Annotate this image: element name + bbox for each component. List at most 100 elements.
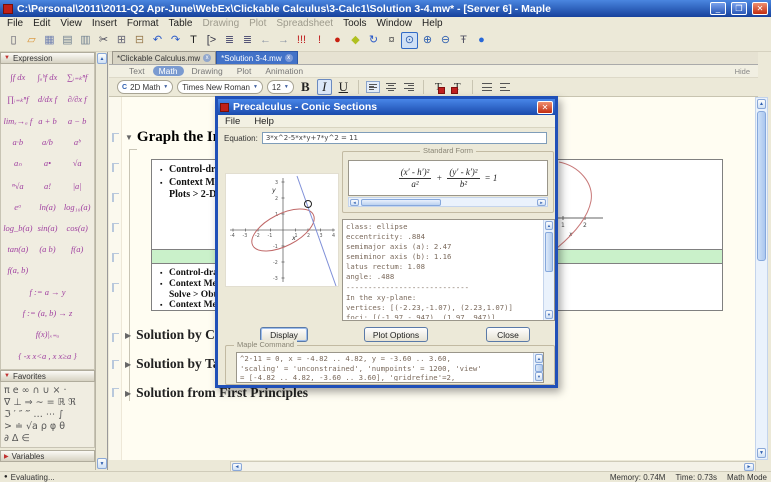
expression-item[interactable]: d/dx f bbox=[33, 94, 63, 105]
restart-icon[interactable]: ↻ bbox=[365, 32, 382, 49]
menu-item[interactable]: Edit bbox=[28, 18, 55, 29]
expression-item[interactable]: f(x)|ₓ₌ₐ bbox=[3, 329, 92, 340]
menu-item[interactable]: Plot bbox=[244, 18, 271, 29]
font-dropdown[interactable]: Times New Roman ▼ bbox=[177, 80, 263, 94]
scroll-right-icon[interactable]: ► bbox=[744, 462, 754, 471]
debug-icon[interactable]: ◆ bbox=[347, 32, 364, 49]
dialog-menu-item[interactable]: File bbox=[218, 116, 247, 127]
expression-item[interactable]: ln(a) bbox=[33, 202, 63, 212]
section-collapsed-icon[interactable]: ▶ bbox=[125, 389, 131, 398]
interrupt-icon[interactable]: ● bbox=[329, 32, 346, 49]
close-button[interactable]: ✕ bbox=[752, 2, 768, 15]
expression-item[interactable]: a·b bbox=[3, 137, 33, 147]
math-mode-icon[interactable]: [> bbox=[203, 32, 220, 49]
expression-item[interactable]: limₓ→ₐ f bbox=[3, 116, 33, 126]
font-size-dropdown[interactable]: 12 ▼ bbox=[266, 80, 294, 94]
menu-item[interactable]: File bbox=[2, 18, 28, 29]
mode-button[interactable]: Drawing bbox=[186, 66, 229, 76]
underline-button[interactable]: U bbox=[336, 79, 351, 95]
expression-item[interactable]: log_b(a) bbox=[3, 223, 33, 233]
section-collapsed-icon[interactable]: ▶ bbox=[125, 360, 131, 369]
forward-icon[interactable]: → bbox=[275, 32, 292, 49]
close-dialog-button[interactable]: Close bbox=[486, 327, 530, 342]
align-center-icon[interactable] bbox=[384, 81, 398, 93]
save-icon[interactable]: ▦ bbox=[41, 32, 58, 49]
scroll-down-icon[interactable]: ▼ bbox=[757, 448, 766, 458]
menu-item[interactable]: Format bbox=[122, 18, 164, 29]
tab-close-icon[interactable]: x bbox=[284, 54, 293, 62]
formula-scrollbar[interactable]: ◄ ► bbox=[348, 197, 548, 207]
expression-item[interactable]: f := (a, b) → z bbox=[3, 308, 92, 318]
scroll-up-icon[interactable]: ▲ bbox=[97, 53, 107, 64]
execute-icon[interactable]: ! bbox=[311, 32, 328, 49]
menu-item[interactable]: Spreadsheet bbox=[271, 18, 338, 29]
scroll-up-icon[interactable]: ▲ bbox=[757, 99, 766, 109]
menu-item[interactable]: Tools bbox=[338, 18, 371, 29]
dialog-menu-item[interactable]: Help bbox=[247, 116, 281, 127]
menu-item[interactable]: Insert bbox=[87, 18, 122, 29]
math-mode-indicator[interactable]: Math Mode bbox=[727, 473, 767, 482]
expression-item[interactable]: aᵇ bbox=[62, 137, 92, 147]
favorites-row[interactable]: ∇ ⊥ ⇒ ∼ = ℝ ℜ bbox=[4, 397, 91, 408]
align-left-icon[interactable] bbox=[365, 81, 380, 93]
mode-button[interactable]: Plot bbox=[231, 66, 258, 76]
plot-options-button[interactable]: Plot Options bbox=[364, 327, 428, 342]
indent-icon[interactable]: ≣ bbox=[221, 32, 238, 49]
scroll-down-icon[interactable]: ▼ bbox=[535, 372, 543, 381]
scrollbar-thumb[interactable] bbox=[361, 198, 441, 206]
undo-icon[interactable]: ↶ bbox=[149, 32, 166, 49]
cut-icon[interactable]: ✂ bbox=[95, 32, 112, 49]
favorites-row[interactable]: ∂ Δ ∈ bbox=[4, 433, 91, 444]
expression-item[interactable]: aₙ bbox=[3, 158, 33, 169]
dock-scrollbar[interactable]: ▲ ▼ bbox=[96, 52, 108, 470]
expression-item[interactable]: ∏ᵢ₌ₖⁿf bbox=[3, 94, 33, 105]
favorites-row[interactable]: > ≐ √a ρ φ θ bbox=[4, 421, 91, 432]
expression-item[interactable]: log₁₀(a) bbox=[62, 202, 92, 212]
expression-palette-header[interactable]: ▼ Expression bbox=[0, 52, 95, 64]
redo-icon[interactable]: ↷ bbox=[167, 32, 184, 49]
expression-item[interactable]: a − b bbox=[62, 116, 92, 126]
mode-button[interactable]: Animation bbox=[259, 66, 309, 76]
section-expanded-icon[interactable]: ▼ bbox=[125, 133, 133, 142]
expression-item[interactable]: ∫ₐᵇf dx bbox=[33, 72, 63, 83]
scroll-left-icon[interactable]: ◄ bbox=[232, 462, 242, 471]
conic-info-box[interactable]: class: ellipse eccentricity: .884 semima… bbox=[342, 219, 555, 321]
expression-item[interactable]: eᵃ bbox=[3, 202, 33, 212]
variables-palette-header[interactable]: ▶ Variables bbox=[0, 450, 95, 462]
highlight-color-icon[interactable]: T bbox=[450, 79, 465, 95]
info-scrollbar[interactable]: ▲ ▼ bbox=[543, 220, 554, 320]
zoom-out-icon[interactable]: ⊖ bbox=[437, 32, 454, 49]
outdent-icon[interactable]: ≣ bbox=[239, 32, 256, 49]
bold-button[interactable]: B bbox=[298, 79, 313, 95]
numbered-list-icon[interactable] bbox=[498, 81, 512, 93]
scrollbar-thumb[interactable] bbox=[535, 364, 543, 372]
minimize-button[interactable]: _ bbox=[710, 2, 726, 15]
section-heading[interactable]: ▼ Graph the Im bbox=[125, 129, 225, 146]
open-folder-icon[interactable]: ▱ bbox=[23, 32, 40, 49]
tab-marks-icon[interactable]: Ŧ bbox=[455, 32, 472, 49]
scroll-right-icon[interactable]: ► bbox=[537, 198, 546, 206]
scroll-down-icon[interactable]: ▼ bbox=[545, 310, 553, 319]
section-collapsed-icon[interactable]: ▶ bbox=[125, 331, 131, 340]
print-preview-icon[interactable]: ▥ bbox=[77, 32, 94, 49]
expression-item[interactable]: ∑ᵢ₌ₖⁿf bbox=[62, 72, 92, 83]
dialog-close-button[interactable]: ✕ bbox=[537, 100, 553, 114]
document-tab[interactable]: *Clickable Calculus.mw x bbox=[112, 51, 217, 64]
help-icon[interactable]: ● bbox=[473, 32, 490, 49]
menu-item[interactable]: Table bbox=[164, 18, 198, 29]
menu-item[interactable]: Window bbox=[371, 18, 417, 29]
mode-button[interactable]: Math bbox=[152, 66, 184, 76]
expression-item[interactable]: ⁿ√a bbox=[3, 181, 33, 191]
expression-item[interactable]: √a bbox=[62, 158, 92, 169]
expression-item[interactable]: f := a → y bbox=[3, 287, 92, 297]
equation-input[interactable]: 3*x^2-5*x*y+7*y^2 = 11 bbox=[261, 132, 547, 144]
favorites-row[interactable]: π e ∞ ∩ ∪ × · bbox=[4, 385, 91, 396]
expression-item[interactable]: cos(a) bbox=[62, 223, 92, 233]
back-icon[interactable]: ← bbox=[257, 32, 274, 49]
scrollbar-thumb[interactable] bbox=[757, 111, 766, 261]
mode-button[interactable]: Text bbox=[123, 66, 151, 76]
vertical-scrollbar[interactable]: ▲ ▼ bbox=[755, 97, 768, 460]
expression-item[interactable]: f(a) bbox=[62, 244, 92, 254]
hide-toolbar-button[interactable]: Hide bbox=[735, 67, 750, 76]
menu-item[interactable]: View bbox=[55, 18, 87, 29]
